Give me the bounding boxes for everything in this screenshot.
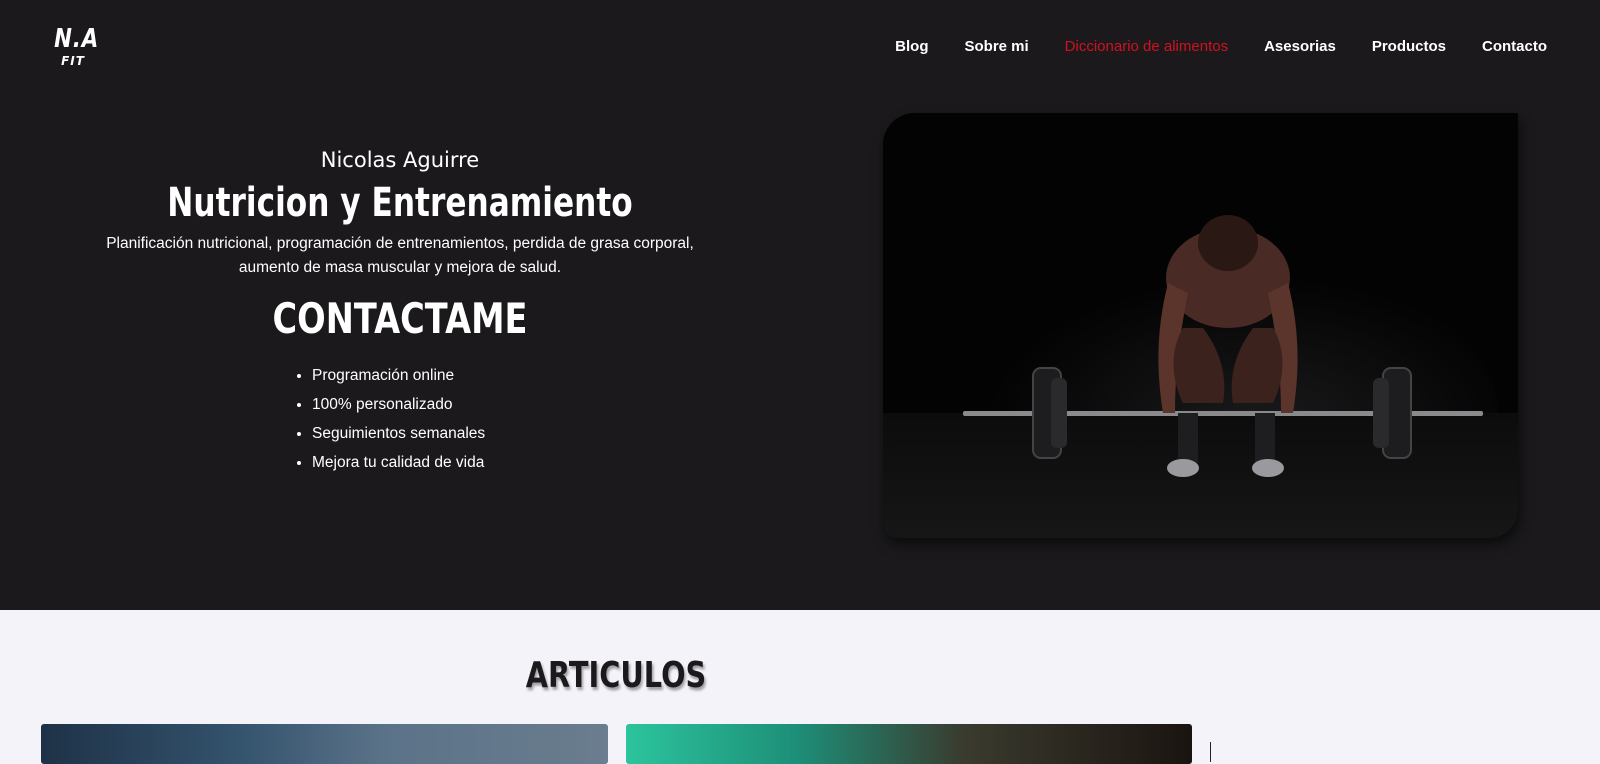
features-list: Programación online 100% personalizado S… — [60, 361, 740, 477]
main-nav: Blog Sobre mi Diccionario de alimentos A… — [895, 38, 1547, 55]
feature-item: Mejora tu calidad de vida — [312, 448, 740, 477]
logo[interactable]: N.A FIT — [50, 24, 100, 68]
contact-cta[interactable]: CONTACTAME — [128, 294, 672, 343]
nav-item-productos[interactable]: Productos — [1372, 38, 1446, 55]
nav-item-asesorias[interactable]: Asesorias — [1264, 38, 1336, 55]
nav-item-blog[interactable]: Blog — [895, 38, 928, 55]
feature-item: 100% personalizado — [312, 390, 740, 419]
hero-name: Nicolas Aguirre — [320, 148, 480, 172]
feature-item: Programación online — [312, 361, 740, 390]
nav-item-contacto[interactable]: Contacto — [1482, 38, 1547, 55]
nav-item-sobre-mi[interactable]: Sobre mi — [964, 38, 1028, 55]
hero-photo-illustration — [883, 113, 1518, 538]
sidebar-divider — [1210, 742, 1211, 762]
hero-text-block: Nicolas Aguirre Nutricion y Entrenamient… — [60, 148, 740, 477]
article-card[interactable] — [626, 724, 1192, 764]
articles-title: ARTICULOS — [525, 655, 707, 696]
article-card[interactable] — [41, 724, 608, 764]
hero-description: Planificación nutricional, programación … — [106, 235, 694, 276]
nav-item-diccionario[interactable]: Diccionario de alimentos — [1065, 38, 1228, 55]
logo-subtext: FIT — [61, 54, 85, 68]
hero-title: Nutricion y Entrenamiento — [167, 180, 633, 226]
hero-wave-divider — [0, 540, 1600, 593]
hero-photo-deadlift — [883, 113, 1518, 538]
logo-text: N.A — [54, 24, 100, 54]
feature-item: Seguimientos semanales — [312, 419, 740, 448]
